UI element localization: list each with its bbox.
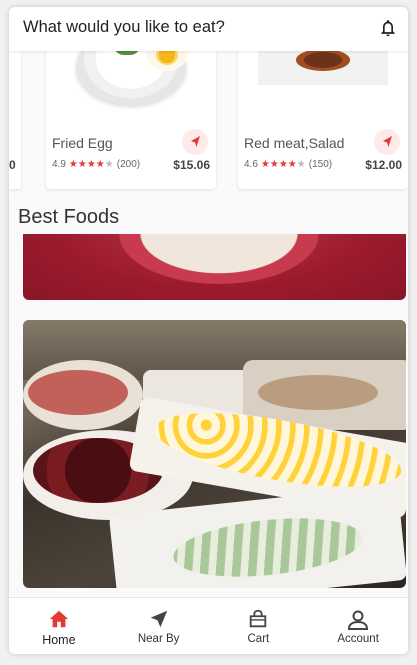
best-food-image[interactable]	[23, 320, 406, 588]
section-title: Best Foods	[18, 206, 120, 228]
nav-label: Account	[337, 633, 379, 645]
rating-row: 4.9 ★★★★★ (200)	[52, 159, 140, 170]
rating-stars: ★★★★★	[260, 159, 306, 170]
food-price: $12.00	[365, 158, 402, 172]
partial-card-price: 0	[9, 158, 16, 172]
rating-value: 4.6	[244, 159, 258, 170]
fried-egg-image	[76, 51, 188, 105]
app-header: What would you like to eat?	[9, 7, 408, 51]
cart-icon	[250, 609, 267, 628]
best-food-image[interactable]	[23, 234, 406, 300]
header-title: What would you like to eat?	[23, 18, 225, 36]
rating-row: 4.6 ★★★★★ (150)	[244, 159, 332, 170]
nav-near-by[interactable]: Near By	[109, 598, 209, 654]
nav-home[interactable]: Home	[9, 598, 109, 654]
directions-button[interactable]	[374, 129, 400, 155]
nav-label: Near By	[137, 633, 180, 645]
review-count: (150)	[308, 159, 333, 170]
bell-icon[interactable]	[378, 17, 398, 39]
food-price: $15.06	[173, 158, 210, 172]
navigation-icon	[191, 136, 200, 147]
food-card-fried-egg[interactable]: Fried Egg 4.9 ★★★★★ (200) $15.06	[46, 51, 216, 189]
navigation-icon	[383, 136, 392, 147]
review-count: (200)	[116, 159, 141, 170]
nav-account[interactable]: Account	[308, 598, 408, 654]
bottom-navigation: Home Near By Cart Account	[9, 597, 408, 654]
rating-value: 4.9	[52, 159, 66, 170]
popular-foods-carousel[interactable]: 0 Fried Egg 4.9 ★★★★★ (200) $15.06 Red m…	[9, 51, 408, 197]
food-name: Red meat,Salad	[244, 135, 345, 151]
red-meat-salad-image	[258, 51, 388, 85]
navigation-icon	[150, 610, 167, 628]
food-name: Fried Egg	[52, 135, 113, 151]
home-icon	[49, 610, 69, 628]
nav-label: Home	[42, 633, 76, 647]
nav-label: Cart	[247, 633, 270, 645]
nav-cart[interactable]: Cart	[209, 598, 309, 654]
app-screen: What would you like to eat? 0 Fried Egg	[9, 7, 408, 654]
rating-stars: ★★★★★	[68, 159, 114, 170]
directions-button[interactable]	[182, 129, 208, 155]
partial-food-card[interactable]: 0	[9, 51, 21, 189]
food-card-red-meat-salad[interactable]: Red meat,Salad 4.6 ★★★★★ (150) $12.00	[238, 51, 408, 189]
account-icon	[348, 610, 369, 630]
